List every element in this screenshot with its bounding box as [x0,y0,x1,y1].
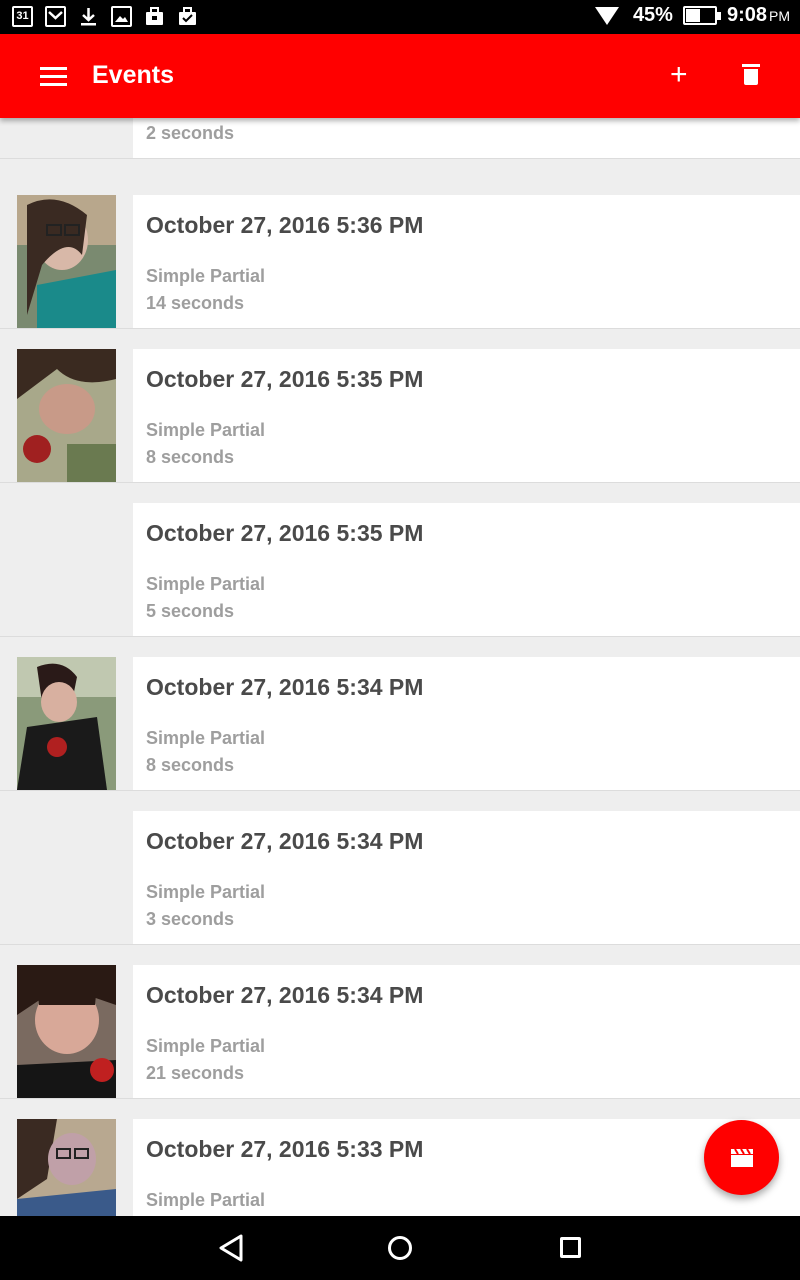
event-title: October 27, 2016 5:34 PM [146,982,424,1008]
calendar-icon: 31 [12,6,33,27]
clock-time: 9:08 [726,4,767,26]
clock: 9:08 PM [727,4,790,27]
delete-icon[interactable] [742,64,760,86]
event-title: October 27, 2016 5:36 PM [146,212,424,238]
event-type: Simple Partial [146,420,266,440]
battery-icon [682,6,721,25]
event-type: Simple Partial [146,1190,266,1210]
event-card[interactable]: October 27, 2016 5:36 PM Simple Partial … [133,195,800,329]
event-card[interactable]: Simple Partial 2 seconds [133,118,800,159]
battery-percent: 45% [632,4,673,26]
event-type: Simple Partial [146,1036,266,1056]
event-duration: 8 seconds [146,755,235,775]
event-type: Simple Partial [146,574,266,594]
status-bar: 31 45% 9:08 PM [0,0,800,34]
event-card[interactable]: October 27, 2016 5:35 PM Simple Partial … [133,503,800,637]
event-title: October 27, 2016 5:34 PM [146,674,424,700]
event-thumbnail[interactable] [17,965,116,1098]
event-type: Simple Partial [146,882,266,902]
system-nav-bar [0,1216,800,1280]
event-list[interactable]: Simple Partial 2 seconds October 27, 201… [0,118,800,1216]
event-type: Simple Partial [146,728,266,748]
event-type: Simple Partial [146,266,266,286]
notification-icons: 31 [12,6,198,27]
event-card[interactable]: October 27, 2016 5:33 PM Simple Partial [133,1119,800,1216]
list-item[interactable]: October 27, 2016 5:34 PM Simple Partial … [0,811,800,945]
wifi-icon [594,6,619,25]
event-card[interactable]: October 27, 2016 5:34 PM Simple Partial … [133,965,800,1099]
event-duration: 14 seconds [146,293,245,313]
clapperboard-icon [730,1148,754,1167]
event-thumbnail[interactable] [17,349,116,482]
list-item[interactable]: October 27, 2016 5:33 PM Simple Partial [0,1119,800,1216]
event-duration: 2 seconds [146,123,235,143]
list-item[interactable]: October 27, 2016 5:35 PM Simple Partial … [0,503,800,637]
event-card[interactable]: October 27, 2016 5:35 PM Simple Partial … [133,349,800,483]
recents-icon[interactable] [560,1237,581,1258]
list-item[interactable]: Simple Partial 2 seconds [0,118,800,159]
event-card[interactable]: October 27, 2016 5:34 PM Simple Partial … [133,657,800,791]
download-icon [78,6,99,27]
event-thumbnail[interactable] [17,657,116,790]
briefcase-icon [144,6,165,27]
app-bar: Events + [0,34,800,118]
list-item[interactable]: October 27, 2016 5:36 PM Simple Partial … [0,195,800,329]
event-title: October 27, 2016 5:35 PM [146,366,424,392]
list-item[interactable]: October 27, 2016 5:34 PM Simple Partial … [0,657,800,791]
record-fab-button[interactable] [704,1120,779,1195]
event-title: October 27, 2016 5:34 PM [146,828,424,854]
event-thumbnail[interactable] [17,195,116,328]
list-item[interactable]: October 27, 2016 5:34 PM Simple Partial … [0,965,800,1099]
status-right: 45% 9:08 PM [594,4,790,27]
event-title: October 27, 2016 5:35 PM [146,520,424,546]
page-title: Events [92,61,174,89]
add-icon[interactable]: + [670,58,688,92]
battery-level [685,9,700,22]
gmail-icon [45,6,66,27]
event-thumbnail[interactable] [17,1119,116,1216]
home-icon[interactable] [388,1236,412,1260]
event-card[interactable]: October 27, 2016 5:34 PM Simple Partial … [133,811,800,945]
event-duration: 3 seconds [146,909,235,929]
back-icon[interactable] [218,1234,244,1267]
list-item[interactable]: October 27, 2016 5:35 PM Simple Partial … [0,349,800,483]
briefcase-check-icon [177,6,198,27]
clock-suffix: PM [769,8,790,24]
menu-icon[interactable] [40,67,67,87]
event-title: October 27, 2016 5:33 PM [146,1136,424,1162]
event-duration: 5 seconds [146,601,235,621]
event-duration: 8 seconds [146,447,235,467]
image-icon [111,6,132,27]
event-duration: 21 seconds [146,1063,245,1083]
